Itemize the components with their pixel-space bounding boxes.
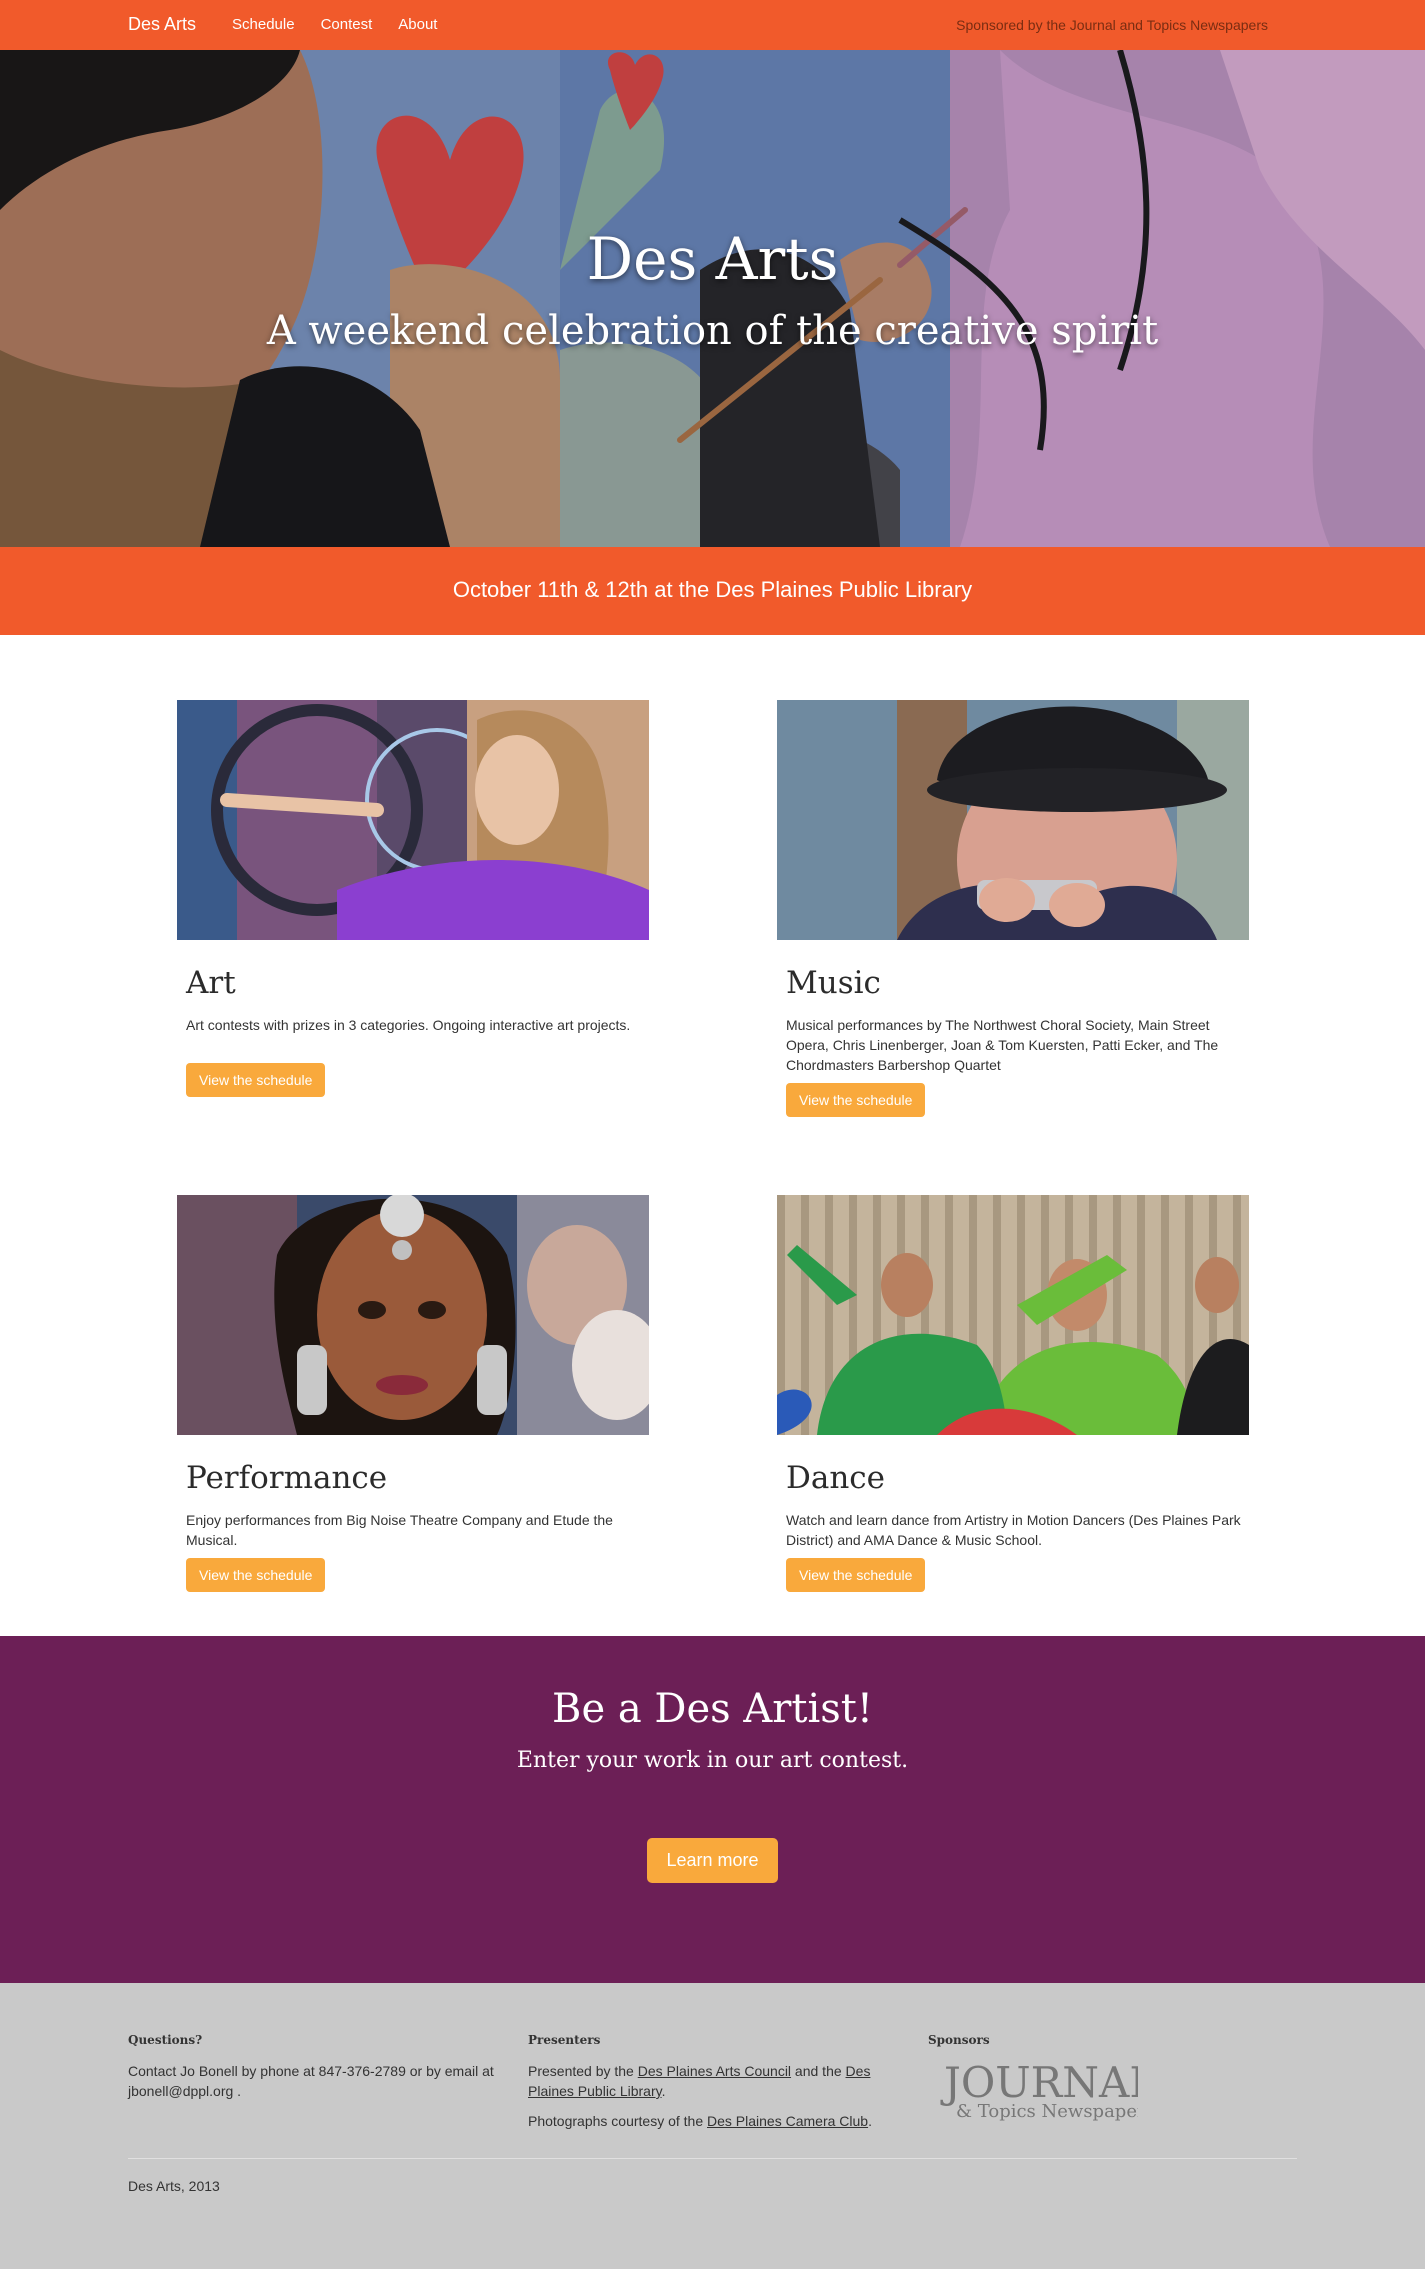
cta-title: Be a Des Artist! — [552, 1686, 873, 1732]
journal-topics-logo: JOURNAL & Topics Newspapers — [940, 2059, 1138, 2122]
footer-divider — [128, 2158, 1297, 2159]
feature-description: Art contests with prizes in 3 categories… — [186, 1017, 631, 1033]
dance-photo — [777, 1195, 1249, 1435]
cta-subtitle: Enter your work in our art contest. — [516, 1748, 909, 1773]
copyright: Des Arts, 2013 — [128, 2178, 220, 2194]
footer: Questions? Contact Jo Bonell by phone at… — [0, 1983, 1425, 2269]
nav-link-contest[interactable]: Contest — [321, 16, 373, 33]
contact-text: Contact Jo Bonell by phone at 847-376-27… — [128, 2063, 494, 2099]
performance-schedule-button[interactable]: View the schedule — [186, 1558, 326, 1592]
photo-credit-prefix: Photographs courtesy of the — [528, 2113, 707, 2129]
art-schedule-button[interactable]: View the schedule — [186, 1063, 326, 1097]
footer-heading-sponsors: Sponsors — [928, 2033, 990, 2047]
photo-credit-suffix: . — [868, 2113, 872, 2129]
navbar-sponsor-text: Sponsored by the Journal and Topics News… — [956, 17, 1268, 33]
feature-description: Enjoy performances from Big Noise Theatr… — [186, 1512, 613, 1548]
arts-council-link[interactable]: Des Plaines Arts Council — [638, 2063, 791, 2079]
hero: Des Arts A weekend celebration of the cr… — [0, 50, 1425, 547]
presenters-mid: and the — [791, 2063, 846, 2079]
nav-link-schedule[interactable]: Schedule — [232, 16, 295, 33]
feature-title: Music — [786, 965, 881, 1001]
logo-journal-text: JOURNAL — [940, 2059, 1138, 2107]
date-band: October 11th & 12th at the Des Plaines P… — [0, 547, 1425, 635]
hero-subtitle: A weekend celebration of the creative sp… — [266, 308, 1159, 354]
feature-title: Art — [186, 965, 236, 1001]
feature-title: Dance — [786, 1460, 886, 1496]
date-location-text: October 11th & 12th at the Des Plaines P… — [452, 577, 973, 602]
navbar-inner: Des Arts Schedule Contest About Sponsore… — [128, 0, 1268, 50]
brand-link[interactable]: Des Arts — [128, 14, 196, 35]
photo-credit-text: Photographs courtesy of the Des Plaines … — [528, 2111, 908, 2131]
music-schedule-button[interactable]: View the schedule — [786, 1083, 926, 1117]
footer-heading-presenters: Presenters — [528, 2033, 601, 2047]
dance-schedule-button[interactable]: View the schedule — [786, 1558, 926, 1592]
presenters-suffix: . — [661, 2083, 666, 2099]
camera-club-link[interactable]: Des Plaines Camera Club — [707, 2113, 868, 2129]
footer-questions: Questions? Contact Jo Bonell by phone at… — [128, 2033, 508, 2111]
presenters-text: Presented by the Des Plaines Arts Counci… — [528, 2061, 908, 2101]
navbar: Des Arts Schedule Contest About Sponsore… — [0, 0, 1425, 50]
nav-link-about[interactable]: About — [398, 16, 437, 33]
performance-photo — [177, 1195, 649, 1435]
footer-sponsors: Sponsors JOURNAL & Topics Newspapers — [928, 2033, 1308, 2122]
feature-description: Musical performances by The Northwest Ch… — [786, 1017, 1219, 1073]
footer-heading-questions: Questions? — [128, 2033, 203, 2047]
hero-image — [0, 50, 1425, 547]
contest-cta: Be a Des Artist! Enter your work in our … — [0, 1636, 1425, 1983]
feature-description: Watch and learn dance from Artistry in M… — [786, 1512, 1241, 1548]
nav-links: Schedule Contest About — [232, 16, 437, 33]
feature-title: Performance — [186, 1460, 388, 1496]
hero-title: Des Arts — [586, 225, 839, 293]
art-photo — [177, 700, 649, 940]
presenters-prefix: Presented by the — [528, 2063, 638, 2079]
footer-presenters: Presenters Presented by the Des Plaines … — [528, 2033, 908, 2141]
music-photo — [777, 700, 1249, 940]
logo-topics-text: & Topics Newspapers — [956, 2101, 1138, 2122]
learn-more-button[interactable]: Learn more — [647, 1838, 778, 1883]
